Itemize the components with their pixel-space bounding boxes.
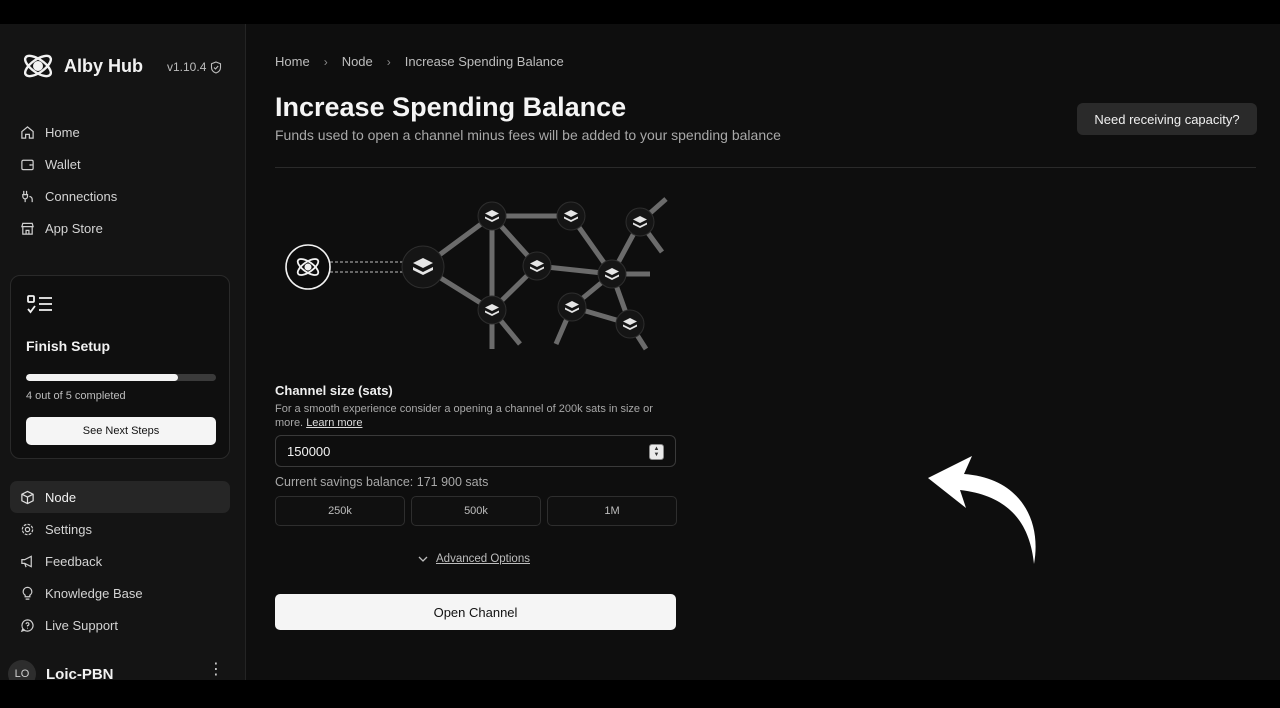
breadcrumb-home[interactable]: Home xyxy=(275,54,310,69)
shield-check-icon xyxy=(211,60,222,74)
setup-progress-text: 4 out of 5 completed xyxy=(26,390,126,402)
number-stepper[interactable]: ▲ ▼ xyxy=(649,444,664,460)
setup-progress-fill xyxy=(26,374,178,381)
preset-1m-button[interactable]: 1M xyxy=(547,496,677,526)
settings-icon xyxy=(21,523,34,535)
sidebar-item-label: Connections xyxy=(45,188,118,204)
breadcrumb: Home › Node › Increase Spending Balance xyxy=(275,54,564,69)
version-label: v1.10.4 xyxy=(167,60,207,74)
page-title: Increase Spending Balance xyxy=(275,92,627,122)
open-channel-button[interactable]: Open Channel xyxy=(275,594,676,630)
sidebar-item-label: Settings xyxy=(45,521,92,537)
sidebar-item-feedback[interactable]: Feedback xyxy=(10,545,230,577)
alby-logo-icon xyxy=(23,54,53,78)
sidebar-item-label: App Store xyxy=(45,220,103,236)
preset-500k-button[interactable]: 500k xyxy=(411,496,541,526)
wallet-icon xyxy=(21,159,34,170)
sidebar-item-knowledge-base[interactable]: Knowledge Base xyxy=(10,577,230,609)
user-profile[interactable]: LO Loic-PBN ⋮ xyxy=(8,660,228,680)
sidebar-item-live-support[interactable]: Live Support xyxy=(10,609,230,641)
breadcrumb-node[interactable]: Node xyxy=(342,54,373,69)
see-next-steps-button[interactable]: See Next Steps xyxy=(26,417,216,445)
sidebar-item-label: Live Support xyxy=(45,617,118,633)
chevron-down-icon xyxy=(418,556,428,562)
connections-icon xyxy=(22,190,33,202)
setup-title: Finish Setup xyxy=(26,338,110,354)
store-icon xyxy=(21,222,34,235)
more-vertical-icon[interactable]: ⋮ xyxy=(208,662,224,678)
finish-setup-card: Finish Setup 4 out of 5 completed See Ne… xyxy=(10,275,230,459)
sidebar-nav-primary: Home Wallet Connections App Store xyxy=(10,116,230,244)
amount-presets: 250k 500k 1M xyxy=(275,496,677,526)
sidebar-item-node[interactable]: Node xyxy=(10,481,230,513)
home-icon xyxy=(21,125,34,139)
sidebar-item-wallet[interactable]: Wallet xyxy=(10,148,230,180)
setup-progress-bar xyxy=(26,374,216,381)
sidebar-item-settings[interactable]: Settings xyxy=(10,513,230,545)
channel-size-input[interactable] xyxy=(276,436,675,466)
sidebar-item-label: Node xyxy=(45,489,77,505)
sidebar: Alby Hub v1.10.4 Home Wallet Connections xyxy=(0,24,246,680)
sidebar-item-home[interactable]: Home xyxy=(10,116,230,148)
sidebar-item-connections[interactable]: Connections xyxy=(10,180,230,212)
brand-name: Alby Hub xyxy=(64,55,143,76)
advanced-options-toggle[interactable]: Advanced Options xyxy=(418,553,530,565)
channel-size-help: For a smooth experience consider a openi… xyxy=(275,402,680,430)
sidebar-item-label: Home xyxy=(45,124,80,140)
avatar: LO xyxy=(8,660,36,680)
channel-size-label: Channel size (sats) xyxy=(275,383,393,398)
advanced-options-label: Advanced Options xyxy=(436,553,530,565)
checklist-icon xyxy=(27,295,52,314)
preset-250k-button[interactable]: 250k xyxy=(275,496,405,526)
app-window: Alby Hub v1.10.4 Home Wallet Connections xyxy=(0,24,1280,680)
sidebar-item-label: Wallet xyxy=(45,156,81,172)
main-content: Home › Node › Increase Spending Balance … xyxy=(246,24,1280,680)
page-subtitle: Funds used to open a channel minus fees … xyxy=(275,127,781,143)
stepper-down-icon[interactable]: ▼ xyxy=(654,452,660,458)
version-badge: v1.10.4 xyxy=(167,60,222,74)
user-name: Loic-PBN xyxy=(46,665,114,681)
feedback-icon xyxy=(21,554,32,568)
chevron-right-icon: › xyxy=(386,54,391,69)
channel-size-field: ▲ ▼ xyxy=(275,435,676,467)
savings-balance-text: Current savings balance: 171 900 sats xyxy=(275,475,489,489)
chevron-right-icon: › xyxy=(323,54,328,69)
sidebar-item-label: Knowledge Base xyxy=(45,585,143,601)
sidebar-nav-secondary: Node Settings Feedback Knowledge Base Li… xyxy=(10,481,230,641)
receiving-capacity-button[interactable]: Need receiving capacity? xyxy=(1077,103,1257,135)
sidebar-item-label: Feedback xyxy=(45,553,103,569)
curved-arrow-icon xyxy=(928,456,1036,564)
node-icon xyxy=(21,490,34,504)
support-icon xyxy=(20,618,34,632)
breadcrumb-current: Increase Spending Balance xyxy=(404,54,564,69)
sidebar-item-app-store[interactable]: App Store xyxy=(10,212,230,244)
channel-network-illustration xyxy=(285,197,668,351)
lightbulb-icon xyxy=(22,586,33,600)
brand[interactable]: Alby Hub xyxy=(20,48,143,84)
learn-more-link[interactable]: Learn more xyxy=(306,417,362,429)
header-divider xyxy=(275,167,1256,168)
